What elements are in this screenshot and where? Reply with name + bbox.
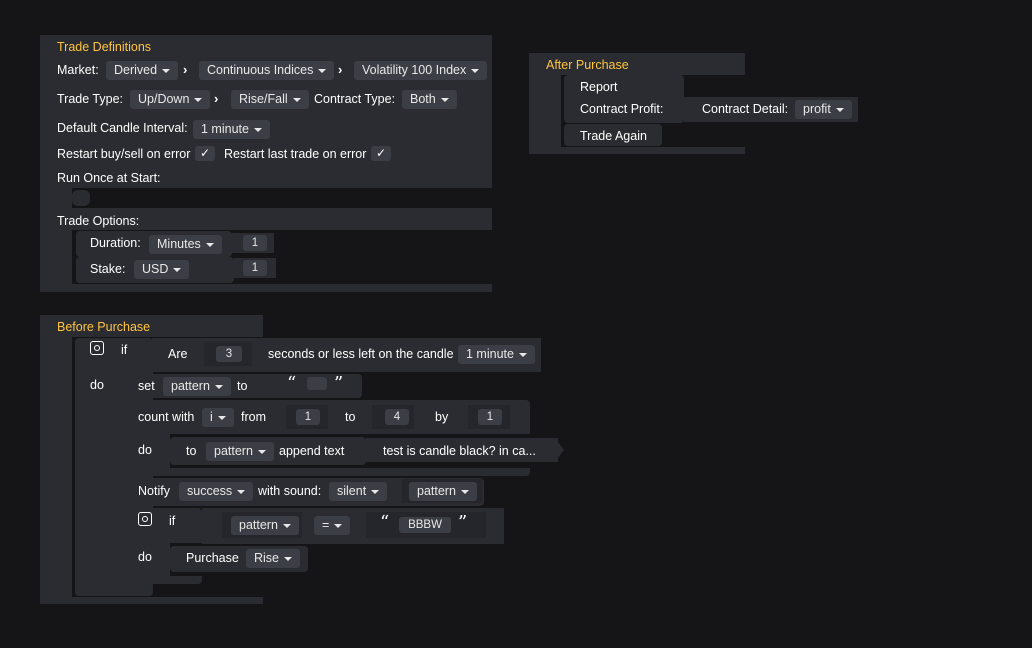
set-variable-dropdown[interactable]: pattern [163,377,231,396]
stake-label: Stake: [90,262,126,276]
duration-label: Duration: [90,236,141,250]
count-to-label: to [345,410,356,424]
append-value-tip [555,438,564,462]
gear-icon[interactable] [90,341,104,355]
market-label: Market: [57,63,99,77]
close-quote-2: ” [458,512,468,533]
after-purchase-title: After Purchase [546,58,629,72]
contract-type-dropdown[interactable]: Both [402,90,457,109]
duration-value-input[interactable]: 1 [243,235,267,251]
operator-dropdown[interactable]: = [314,516,351,535]
market-dropdown[interactable]: Derived [106,61,179,80]
stake-value-input[interactable]: 1 [243,260,267,276]
restart-last-trade-checkbox[interactable]: ✓ [371,146,391,161]
append-value-text: test is candle black? in ca... [383,444,536,458]
if-label: if [121,343,128,357]
close-quote: ” [334,373,344,394]
duration-unit-dropdown[interactable]: Minutes [149,235,222,254]
restart-on-error-checkbox[interactable]: ✓ [195,146,215,161]
gear-icon[interactable] [138,512,152,526]
seconds-value-input[interactable]: 3 [216,346,242,362]
report-label: Report [580,80,618,94]
compare-variable-dropdown[interactable]: pattern [231,516,299,535]
trade-category-dropdown[interactable]: Up/Down [130,90,211,109]
currency-dropdown[interactable]: USD [134,260,190,279]
candle-interval-dropdown[interactable]: 1 minute [193,120,270,139]
trade-definitions-notch [72,188,492,208]
open-quote: “ [287,373,297,394]
by-label: by [435,410,449,424]
contract-type-label: Contract Type: [314,92,396,106]
candle-interval-dropdown-2[interactable]: 1 minute [458,345,535,364]
notify-type-dropdown[interactable]: success [179,482,254,501]
count-with-label: count with [138,410,195,424]
compare-value-input[interactable]: BBBW [399,517,451,533]
contract-profit-label: Contract Profit: [580,102,664,116]
trade-options-label: Trade Options: [57,214,140,228]
inner-do-label: do [138,443,152,457]
count-variable-dropdown[interactable]: i [202,408,234,427]
to-label: to [237,379,248,393]
trade-type-dropdown[interactable]: Rise/Fall [231,90,309,109]
run-once-label: Run Once at Start: [57,171,161,185]
trade-definitions-title: Trade Definitions [57,40,152,54]
with-sound-label: with sound: [258,484,322,498]
append-to-label: to [186,444,197,458]
trade-type-label: Trade Type: [57,92,124,106]
contract-detail-label: Contract Detail: [702,102,789,116]
purchase-label: Purchase [186,551,239,565]
contract-detail-dropdown[interactable]: profit [795,100,852,119]
submarket-dropdown[interactable]: Continuous Indices [199,61,335,80]
by-value-input[interactable]: 1 [478,409,502,425]
chevron-right-icon: › [214,91,219,106]
purchase-type-dropdown[interactable]: Rise [246,549,301,568]
inner-if-label: if [169,514,176,528]
chevron-right-icon: › [183,62,188,77]
restart-on-error-label: Restart buy/sell on error [57,147,191,161]
candle-interval-label: Default Candle Interval: [57,121,188,135]
trade-again-label: Trade Again [580,129,647,143]
are-label: Are [168,347,188,361]
to-value-input[interactable]: 4 [385,409,409,425]
empty-text-input[interactable] [307,377,327,390]
append-variable-dropdown[interactable]: pattern [206,442,274,461]
do-label: do [90,378,104,392]
chevron-right-icon: › [338,62,343,77]
run-once-slot [72,190,90,206]
notify-label: Notify [138,484,170,498]
set-label: set [138,379,155,393]
symbol-dropdown[interactable]: Volatility 100 Index [354,61,488,80]
notify-variable-dropdown[interactable]: pattern [409,482,477,501]
inner-do-label-2: do [138,550,152,564]
before-purchase-title: Before Purchase [57,320,151,334]
sound-dropdown[interactable]: silent [329,482,388,501]
append-text-label: append text [279,444,345,458]
open-quote-2: “ [380,512,390,533]
from-label: from [241,410,266,424]
seconds-text-label: seconds or less left on the candle [268,347,454,361]
from-value-input[interactable]: 1 [296,409,320,425]
restart-last-trade-label: Restart last trade on error [224,147,367,161]
